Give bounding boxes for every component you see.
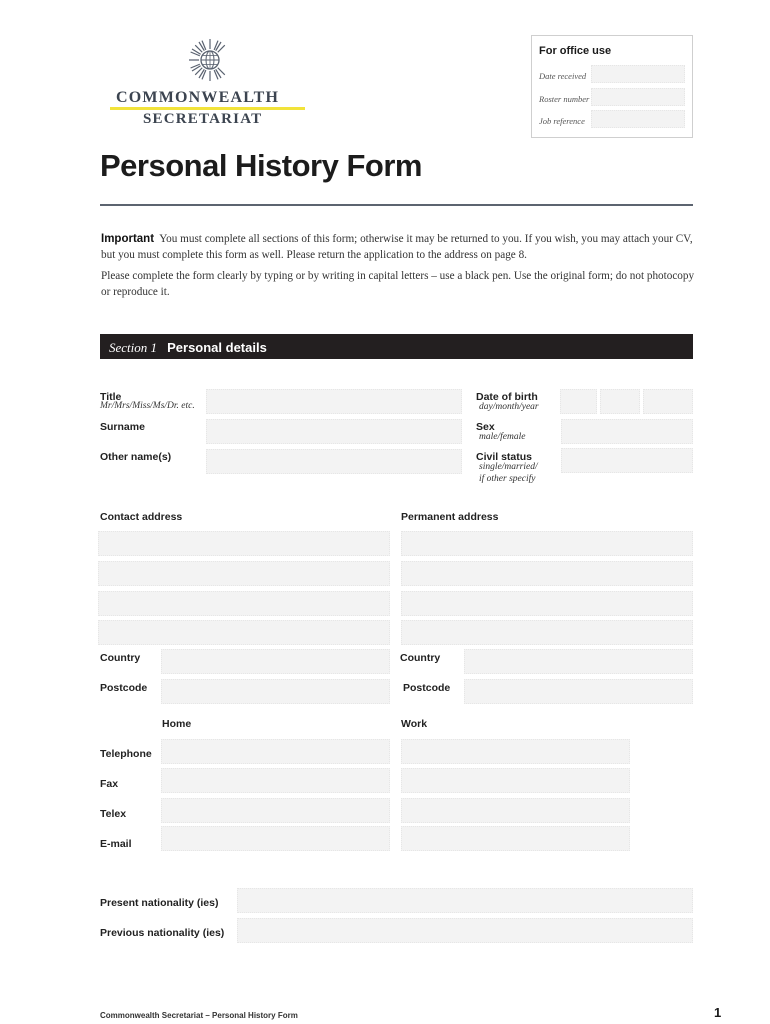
other-names-label: Other name(s) — [100, 451, 172, 463]
contact-address-line-1[interactable] — [98, 531, 390, 556]
contact-address-label: Contact address — [100, 511, 183, 523]
important-text: You must complete all sections of this f… — [101, 233, 693, 261]
permanent-address-label: Permanent address — [401, 511, 499, 523]
permanent-address-line-3[interactable] — [401, 591, 693, 616]
permanent-address-line-4[interactable] — [401, 620, 693, 645]
contact-address-line-4[interactable] — [98, 620, 390, 645]
previous-nationality-label: Previous nationality (ies) — [100, 927, 225, 939]
contact-postcode-field[interactable] — [161, 679, 390, 704]
telex-work-field[interactable] — [401, 798, 630, 823]
work-column-label: Work — [401, 718, 428, 730]
footer-text: Commonwealth Secretariat – Personal Hist… — [100, 1011, 298, 1020]
permanent-address-line-1[interactable] — [401, 531, 693, 556]
section-header: Section 1 Personal details — [100, 334, 693, 359]
fax-label: Fax — [100, 778, 119, 790]
title-divider — [100, 204, 693, 206]
civil-status-hint-1: single/married/ — [479, 462, 538, 472]
contact-country-field[interactable] — [161, 649, 390, 674]
roster-number-label: Roster number — [539, 94, 590, 104]
previous-nationality-field[interactable] — [237, 918, 693, 943]
present-nationality-label: Present nationality (ies) — [100, 897, 219, 909]
telephone-work-field[interactable] — [401, 739, 630, 764]
sex-hint: male/female — [479, 432, 526, 442]
section-title: Personal details — [167, 340, 267, 355]
contact-country-label: Country — [100, 652, 141, 664]
permanent-postcode-field[interactable] — [464, 679, 693, 704]
surname-field[interactable] — [206, 419, 462, 444]
sex-field[interactable] — [561, 419, 693, 444]
home-column-label: Home — [162, 718, 192, 730]
logo-accent-bar — [110, 107, 305, 110]
email-label: E-mail — [100, 838, 132, 850]
telephone-label: Telephone — [100, 748, 152, 760]
job-reference-label: Job reference — [539, 116, 585, 126]
intro-paragraph-important: Important You must complete all sections… — [101, 232, 696, 263]
dob-hint: day/month/year — [479, 402, 539, 412]
civil-status-hint-2: if other specify — [479, 474, 536, 484]
other-names-field[interactable] — [206, 449, 462, 474]
roster-number-field[interactable] — [591, 88, 685, 106]
office-use-title: For office use — [539, 45, 612, 57]
logo-text-commonwealth: COMMONWEALTH — [116, 89, 280, 106]
dob-year-field[interactable] — [643, 389, 693, 414]
email-home-field[interactable] — [161, 826, 390, 851]
telex-home-field[interactable] — [161, 798, 390, 823]
dob-day-field[interactable] — [560, 389, 597, 414]
section-number: Section 1 — [109, 340, 158, 355]
date-received-field[interactable] — [591, 65, 685, 83]
permanent-postcode-label: Postcode — [403, 682, 451, 694]
title-field[interactable] — [206, 389, 462, 414]
important-label: Important — [101, 233, 155, 245]
present-nationality-field[interactable] — [237, 888, 693, 913]
civil-status-field[interactable] — [561, 448, 693, 473]
intro-paragraph-instructions: Please complete the form clearly by typi… — [101, 270, 695, 298]
fax-home-field[interactable] — [161, 768, 390, 793]
permanent-address-line-2[interactable] — [401, 561, 693, 586]
telex-label: Telex — [100, 808, 127, 820]
permanent-country-field[interactable] — [464, 649, 693, 674]
contact-postcode-label: Postcode — [100, 682, 148, 694]
commonwealth-globe-icon — [189, 39, 232, 81]
date-received-label: Date received — [539, 71, 587, 81]
job-reference-field[interactable] — [591, 110, 685, 128]
contact-address-line-2[interactable] — [98, 561, 390, 586]
title-hint: Mr/Mrs/Miss/Ms/Dr. etc. — [100, 401, 195, 411]
email-work-field[interactable] — [401, 826, 630, 851]
dob-month-field[interactable] — [600, 389, 640, 414]
page-title: Personal History Form — [100, 148, 422, 183]
fax-work-field[interactable] — [401, 768, 630, 793]
logo-text-secretariat: SECRETARIAT — [143, 111, 263, 127]
telephone-home-field[interactable] — [161, 739, 390, 764]
contact-address-line-3[interactable] — [98, 591, 390, 616]
permanent-country-label: Country — [400, 652, 441, 664]
page-number: 1 — [714, 1005, 722, 1020]
surname-label: Surname — [100, 421, 145, 433]
